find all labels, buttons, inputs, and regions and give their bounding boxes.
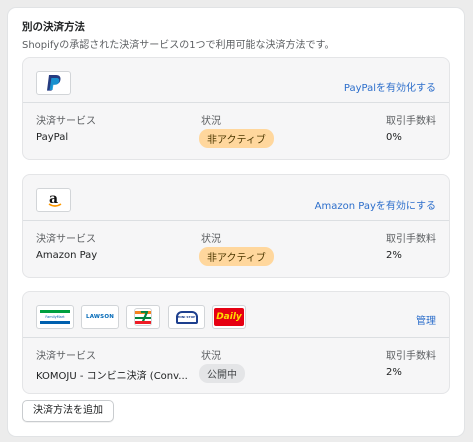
seven-eleven-logo-text: 7 bbox=[140, 310, 150, 325]
provider-column-label: 決済サービス bbox=[36, 351, 96, 362]
transaction-fee: 2% bbox=[386, 367, 402, 378]
provider-card-paypal: PayPalを有効化する 決済サービス 状況 取引手数料 PayPal 非アクテ… bbox=[22, 57, 450, 160]
familymart-logo-text: FamilyMart bbox=[45, 314, 65, 319]
paypal-logo-icon bbox=[36, 71, 71, 95]
provider-name: KOMOJU - コンビニ決済 (Conv... bbox=[36, 371, 188, 382]
seven-eleven-logo-icon: 7 bbox=[126, 305, 160, 329]
ministop-logo-text: MINI STOP bbox=[177, 315, 196, 319]
status-column-label: 状況 bbox=[201, 234, 221, 245]
provider-column-label: 決済サービス bbox=[36, 234, 96, 245]
card-divider bbox=[23, 337, 449, 338]
provider-name: Amazon Pay bbox=[36, 250, 98, 261]
section-subtitle: Shopifyの承認された決済サービスの1つで利用可能な決済方法です。 bbox=[22, 40, 335, 51]
status-column-label: 状況 bbox=[201, 351, 221, 362]
status-column-label: 状況 bbox=[201, 116, 221, 127]
amazon-logo-icon: a bbox=[36, 188, 71, 212]
alternative-payment-methods-panel: 別の決済方法 Shopifyの承認された決済サービスの1つで利用可能な決済方法で… bbox=[8, 8, 464, 436]
fee-column-label: 取引手数料 bbox=[386, 351, 436, 362]
add-payment-method-button[interactable]: 決済方法を追加 bbox=[22, 400, 114, 422]
provider-card-komoju: FamilyMart LAWSON 7 MINI STOP Daily 管理 決… bbox=[22, 291, 450, 394]
lawson-logo-icon: LAWSON bbox=[81, 305, 119, 329]
fee-column-label: 取引手数料 bbox=[386, 234, 436, 245]
daily-yamazaki-logo-icon: Daily bbox=[212, 305, 246, 329]
activate-paypal-link[interactable]: PayPalを有効化する bbox=[344, 79, 436, 94]
provider-name: PayPal bbox=[36, 132, 69, 143]
lawson-logo-text: LAWSON bbox=[85, 314, 115, 320]
provider-column-label: 決済サービス bbox=[36, 116, 96, 127]
manage-komoju-link[interactable]: 管理 bbox=[416, 312, 436, 327]
status-badge: 非アクティブ bbox=[199, 129, 274, 148]
provider-card-amazon-pay: a Amazon Payを有効にする 決済サービス 状況 取引手数料 Amazo… bbox=[22, 174, 450, 278]
section-title: 別の決済方法 bbox=[22, 21, 85, 33]
status-badge: 非アクティブ bbox=[199, 247, 274, 266]
card-divider bbox=[23, 102, 449, 103]
transaction-fee: 2% bbox=[386, 250, 402, 261]
fee-column-label: 取引手数料 bbox=[386, 116, 436, 127]
status-badge: 公開中 bbox=[199, 364, 245, 383]
daily-yamazaki-logo-text: Daily bbox=[216, 312, 242, 322]
transaction-fee: 0% bbox=[386, 132, 402, 143]
familymart-logo-icon: FamilyMart bbox=[36, 305, 74, 329]
enable-amazon-pay-link[interactable]: Amazon Payを有効にする bbox=[315, 197, 436, 212]
ministop-logo-icon: MINI STOP bbox=[168, 305, 205, 329]
card-divider bbox=[23, 220, 449, 221]
